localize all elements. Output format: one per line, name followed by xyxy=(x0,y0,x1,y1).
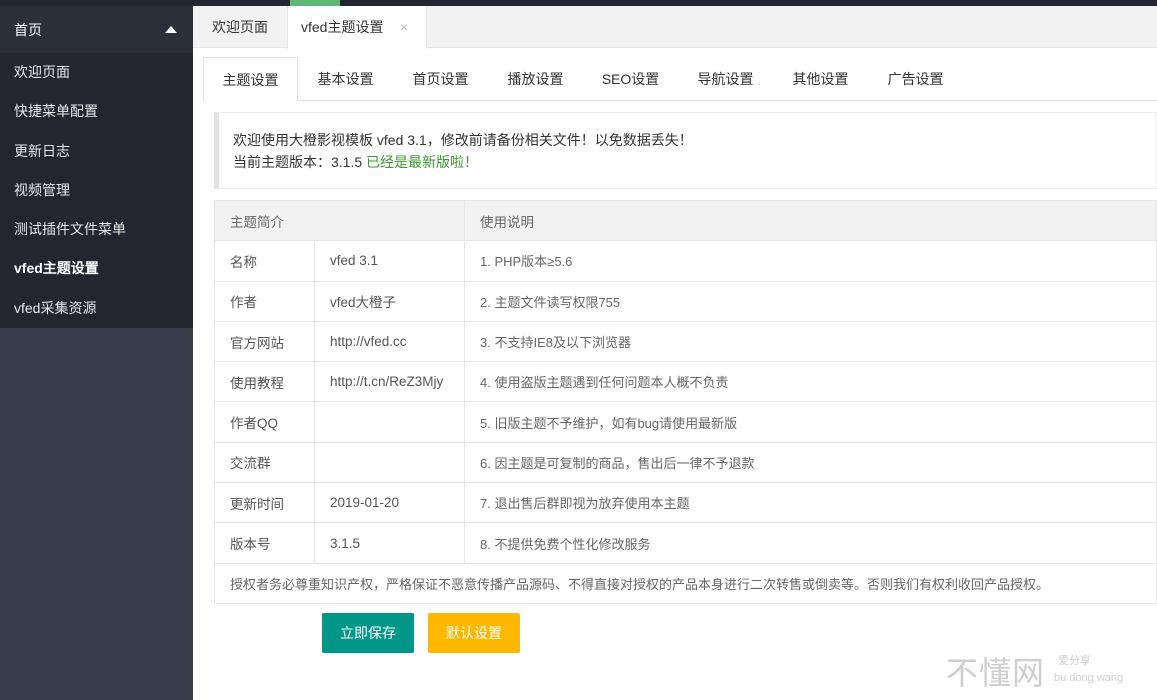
row-value xyxy=(314,441,465,484)
sidebar-home[interactable]: 首页 xyxy=(0,6,193,53)
row-key: 更新时间 xyxy=(214,482,315,524)
tab-welcome[interactable]: 欢迎页面 xyxy=(199,6,281,48)
row-key: 版本号 xyxy=(214,522,315,564)
row-value: 2019-01-20 xyxy=(314,482,465,524)
watermark-logo: 不懂网 xyxy=(946,654,1046,692)
row-note: 7. 退出售后群即视为放弃使用本主题 xyxy=(464,482,1157,524)
row-note: 1. PHP版本≥5.6 xyxy=(464,240,1157,282)
row-note: 4. 使用盗版主题遇到任何问题本人概不负责 xyxy=(464,361,1157,403)
sidebar-item-shortcut-menu[interactable]: 快捷菜单配置 xyxy=(0,92,193,131)
watermark-pinyin: bu dong wang xyxy=(1054,672,1124,684)
tab-welcome-label: 欢迎页面 xyxy=(212,19,268,35)
sidebar-item-changelog[interactable]: 更新日志 xyxy=(0,132,193,171)
table-row: 作者 vfed大橙子 2. 主题文件读写权限755 xyxy=(214,280,1157,322)
row-value: http://t.cn/ReZ3Mjy xyxy=(314,361,465,403)
version-label: 当前主题版本：3.1.5 xyxy=(233,154,363,170)
row-key: 官方网站 xyxy=(214,320,315,363)
subtab-play[interactable]: 播放设置 xyxy=(488,57,583,101)
settings-tabs: 主题设置 基本设置 首页设置 播放设置 SEO设置 导航设置 其他设置 广告设置 xyxy=(203,57,1157,102)
row-value xyxy=(314,401,465,443)
row-note: 5. 旧版主题不予维护，如有bug请使用最新版 xyxy=(464,401,1157,443)
subtab-seo[interactable]: SEO设置 xyxy=(583,57,678,101)
subtab-ads[interactable]: 广告设置 xyxy=(868,57,963,101)
version-line: 当前主题版本：3.1.5 已经是最新版啦！ xyxy=(233,151,1156,173)
sidebar-item-test-plugin[interactable]: 测试插件文件菜单 xyxy=(0,210,193,249)
row-note: 2. 主题文件读写权限755 xyxy=(464,280,1157,322)
row-key: 作者 xyxy=(214,280,315,322)
table-row: 名称 vfed 3.1 1. PHP版本≥5.6 xyxy=(214,240,1157,282)
subtab-nav[interactable]: 导航设置 xyxy=(678,57,773,101)
watermark: 不懂网 爱分享 bu dong wang xyxy=(946,648,1123,694)
sidebar-home-label: 首页 xyxy=(14,21,42,38)
row-value: http://vfed.cc xyxy=(314,320,465,363)
row-value: 3.1.5 xyxy=(314,522,465,564)
welcome-notice: 欢迎使用大橙影视模板 vfed 3.1，修改前请备份相关文件！以免数据丢失！ 当… xyxy=(214,112,1157,189)
subtab-theme[interactable]: 主题设置 xyxy=(203,57,298,102)
page-tab-bar: 欢迎页面 vfed主题设置 × xyxy=(193,6,1157,49)
table-row: 官方网站 http://vfed.cc 3. 不支持IE8及以下浏览器 xyxy=(214,320,1157,363)
sidebar: 首页 欢迎页面 快捷菜单配置 更新日志 视频管理 测试插件文件菜单 vfed主题… xyxy=(0,6,193,700)
row-note: 6. 因主题是可复制的商品，售出后一律不予退款 xyxy=(464,441,1157,484)
row-key: 作者QQ xyxy=(214,401,315,443)
table-row: 作者QQ 5. 旧版主题不予维护，如有bug请使用最新版 xyxy=(214,401,1157,443)
subtab-home[interactable]: 首页设置 xyxy=(393,57,488,101)
license-notice: 授权者务必尊重知识产权，严格保证不恶意传播产品源码、不得直接对授权的产品本身进行… xyxy=(214,562,1157,604)
sidebar-item-theme-settings[interactable]: vfed主题设置 xyxy=(0,249,193,288)
notice-line: 欢迎使用大橙影视模板 vfed 3.1，修改前请备份相关文件！以免数据丢失！ xyxy=(233,132,693,148)
table-row: 使用教程 http://t.cn/ReZ3Mjy 4. 使用盗版主题遇到任何问题… xyxy=(214,361,1157,403)
subtab-basic[interactable]: 基本设置 xyxy=(298,57,393,101)
table-row: 更新时间 2019-01-20 7. 退出售后群即视为放弃使用本主题 xyxy=(214,482,1157,524)
close-icon[interactable]: × xyxy=(400,6,408,48)
row-note: 3. 不支持IE8及以下浏览器 xyxy=(464,320,1157,363)
subtab-other[interactable]: 其他设置 xyxy=(773,57,868,101)
header-intro: 主题简介 xyxy=(214,199,465,242)
save-button[interactable]: 立即保存 xyxy=(322,613,414,653)
version-status: 已经是最新版啦！ xyxy=(366,154,479,170)
tab-theme-settings-label: vfed主题设置 xyxy=(301,19,384,35)
sidebar-item-video-manage[interactable]: 视频管理 xyxy=(0,171,193,210)
table-row: 交流群 6. 因主题是可复制的商品，售出后一律不予退款 xyxy=(214,441,1157,484)
header-instructions: 使用说明 xyxy=(464,199,1157,242)
table-footer-row: 授权者务必尊重知识产权，严格保证不恶意传播产品源码、不得直接对授权的产品本身进行… xyxy=(214,562,1157,604)
theme-info-table: 主题简介 使用说明 名称 vfed 3.1 1. PHP版本≥5.6 作者 vf… xyxy=(214,199,1157,604)
row-key: 名称 xyxy=(214,240,315,282)
sidebar-item-collect-resources[interactable]: vfed采集资源 xyxy=(0,289,193,328)
sidebar-submenu: 欢迎页面 快捷菜单配置 更新日志 视频管理 测试插件文件菜单 vfed主题设置 … xyxy=(0,53,193,329)
table-header-row: 主题简介 使用说明 xyxy=(214,199,1157,242)
row-value: vfed大橙子 xyxy=(314,280,465,322)
default-settings-button[interactable]: 默认设置 xyxy=(428,613,520,653)
row-value: vfed 3.1 xyxy=(314,240,465,282)
row-key: 使用教程 xyxy=(214,361,315,403)
tab-theme-settings[interactable]: vfed主题设置 × xyxy=(287,6,427,49)
row-note: 8. 不提供免费个性化修改服务 xyxy=(464,522,1157,564)
watermark-tag: 爱分享 xyxy=(1058,655,1091,667)
row-key: 交流群 xyxy=(214,441,315,484)
table-row: 版本号 3.1.5 8. 不提供免费个性化修改服务 xyxy=(214,522,1157,564)
sidebar-item-welcome[interactable]: 欢迎页面 xyxy=(0,53,193,92)
caret-up-icon xyxy=(165,26,177,33)
